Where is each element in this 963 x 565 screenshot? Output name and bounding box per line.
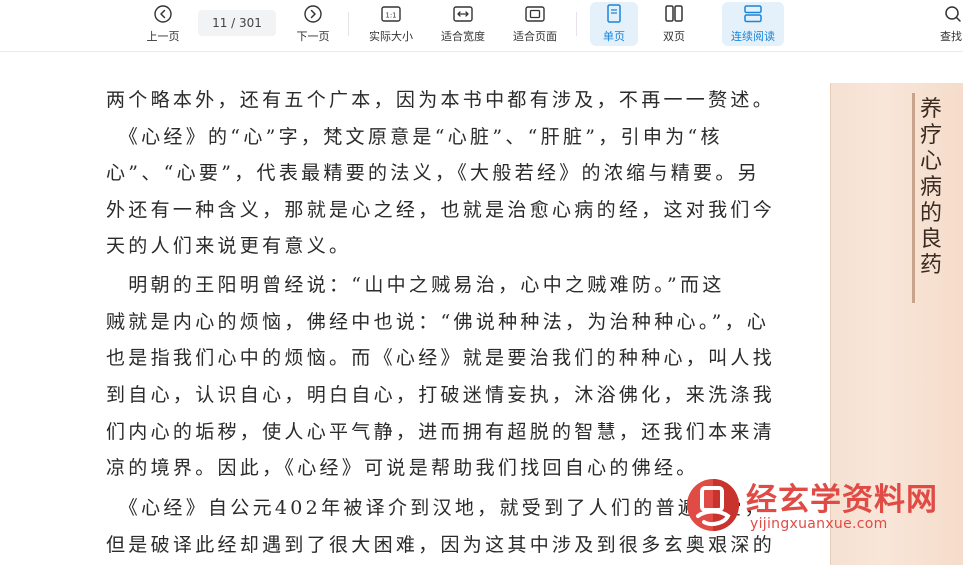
text-line: 外还有一种含义，那就是心之经，也就是治愈心病的经，这对我们今	[106, 199, 776, 221]
chevron-left-circle-icon	[152, 3, 174, 25]
search-label: 查找	[940, 30, 962, 43]
search-button[interactable]: 查找	[940, 2, 963, 46]
text-line: 心”、“心要”，代表最精要的法义，《大般若经》的浓缩与精要。另	[106, 162, 760, 184]
text-line: 们内心的垢秽，使人心平气静，进而拥有超脱的智慧，还我们本来清	[106, 421, 776, 443]
text-line: 天的人们来说更有意义。	[106, 235, 352, 257]
fit-width-icon	[452, 3, 474, 25]
side-title-rule	[912, 93, 915, 303]
watermark-logo-icon	[684, 476, 742, 534]
next-page-button[interactable]: 下一页	[290, 2, 336, 46]
single-page-button[interactable]: 单页	[590, 2, 638, 46]
chapter-side-title: 养疗心病的良药	[919, 97, 942, 278]
toolbar-divider	[348, 12, 349, 36]
single-page-label: 单页	[603, 30, 625, 43]
double-page-button[interactable]: 双页	[650, 2, 698, 46]
double-page-label: 双页	[663, 30, 685, 43]
fit-width-button[interactable]: 适合宽度	[434, 2, 492, 46]
text-line: 也是指我们心中的烦恼。而《心经》就是要治我们的种种心，叫人找	[106, 347, 776, 369]
continuous-reading-button[interactable]: 连续阅读	[722, 2, 784, 46]
next-page-label: 下一页	[296, 30, 330, 43]
text-line: 到自心，认识自心，明白自心，打破迷情妄执，沐浴佛化，来洗涤我	[106, 384, 776, 406]
continuous-reading-icon	[742, 3, 764, 25]
text-line: 两个略本外，还有五个广本，因为本书中都有涉及，不再一一赘述。	[106, 89, 776, 111]
double-page-icon	[663, 3, 685, 25]
prev-page-button[interactable]: 上一页	[140, 2, 186, 46]
single-page-icon	[603, 3, 625, 25]
actual-size-button[interactable]: 1:1 实际大小	[362, 2, 420, 46]
continuous-reading-label: 连续阅读	[731, 30, 775, 43]
text-line: 明朝的王阳明曾经说：“山中之贼易治，心中之贼难防。”而这	[106, 274, 725, 296]
svg-text:1:1: 1:1	[385, 12, 396, 20]
watermark-url: yijingxuanxue.com	[750, 516, 888, 532]
reader-toolbar: 上一页 11 / 301 下一页 1:1 实际大小 适合宽度 适合页面 单页 双…	[0, 0, 963, 52]
fit-page-button[interactable]: 适合页面	[506, 2, 564, 46]
search-icon	[940, 3, 962, 25]
text-line: 贼就是内心的烦恼，佛经中也说：“佛说种种法，为治种种心。”，心	[106, 311, 770, 333]
toolbar-divider	[576, 12, 577, 36]
page-number-field[interactable]: 11 / 301	[198, 10, 276, 36]
prev-page-label: 上一页	[146, 30, 180, 43]
watermark-name: 经玄学资料网	[746, 482, 938, 518]
fit-page-label: 适合页面	[513, 30, 557, 43]
chevron-right-circle-icon	[302, 3, 324, 25]
fit-page-icon	[524, 3, 546, 25]
actual-size-icon: 1:1	[380, 3, 402, 25]
fit-width-label: 适合宽度	[441, 30, 485, 43]
actual-size-label: 实际大小	[369, 30, 413, 43]
site-watermark: 经玄学资料网 yijingxuanxue.com	[680, 472, 963, 565]
text-line: 《心经》的“心”字，梵文原意是“心脏”、“肝脏”，引申为“核	[106, 126, 723, 148]
